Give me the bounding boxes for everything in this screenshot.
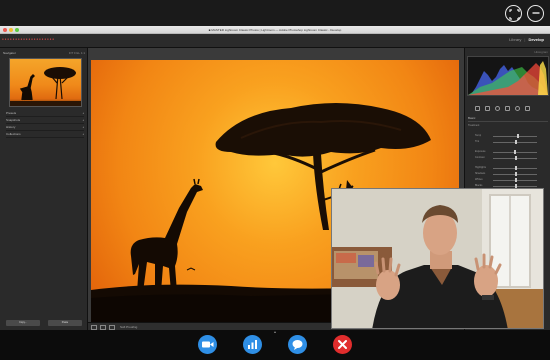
slider-exposure[interactable]: Exposure	[475, 150, 547, 154]
compare-view-icon[interactable]	[100, 324, 106, 330]
brush-tool-icon[interactable]	[525, 106, 530, 111]
copy-button[interactable]: Copy...	[6, 320, 40, 326]
window-title: ■ MASTER Lightroom Classic Photos | Ligh…	[208, 28, 342, 32]
radial-filter-icon[interactable]	[515, 106, 520, 111]
minimize-icon[interactable]	[527, 5, 544, 22]
basic-section-header[interactable]: Basic	[468, 116, 548, 122]
call-controls-bar: ▴	[0, 330, 550, 360]
close-x-icon[interactable]	[333, 335, 352, 354]
lightroom-header: ● ● ● ● ● ● ● ● ● ● ● ● ● ● ● ● ● ● ● ● …	[0, 34, 550, 48]
bar-chart-icon[interactable]	[243, 335, 262, 354]
panel-collections[interactable]: Collections	[6, 131, 84, 138]
navigator-header[interactable]: Navigator FIT FILL 1:1	[3, 50, 85, 56]
panel-history[interactable]: History	[6, 124, 84, 131]
drag-handle-icon[interactable]: ▴	[271, 330, 279, 334]
fullscreen-icon[interactable]	[505, 5, 522, 22]
develop-tools	[475, 106, 545, 112]
slider-contrast[interactable]: Contrast	[475, 156, 547, 160]
video-camera-icon[interactable]	[198, 335, 217, 354]
treatment-row[interactable]: Treatment	[468, 124, 548, 127]
panel-presets[interactable]: Presets	[6, 110, 84, 117]
slider-shadows[interactable]: Shadows	[475, 172, 547, 176]
red-eye-icon[interactable]	[495, 106, 500, 111]
crop-tool-icon[interactable]	[475, 106, 480, 111]
paste-button[interactable]: Paste	[48, 320, 82, 326]
module-picker: Library | Develop	[509, 37, 544, 42]
basic-label: Basic	[468, 116, 476, 120]
before-after-icon[interactable]	[109, 324, 115, 330]
navigator-label: Navigator	[3, 51, 16, 55]
module-library[interactable]: Library	[509, 37, 521, 42]
loupe-view-icon[interactable]	[91, 324, 97, 330]
graduated-filter-icon[interactable]	[505, 106, 510, 111]
spot-removal-icon[interactable]	[485, 106, 490, 111]
slider-temp[interactable]: Temp	[475, 134, 547, 138]
module-develop[interactable]: Develop	[528, 37, 544, 42]
left-panel: Navigator FIT FILL 1:1 Presets Snapshots…	[0, 48, 88, 330]
histogram	[467, 56, 549, 96]
slider-whites[interactable]: Whites	[475, 178, 547, 182]
webcam-video[interactable]	[331, 188, 544, 329]
panel-snapshots[interactable]: Snapshots	[6, 117, 84, 124]
screen: ■ MASTER Lightroom Classic Photos | Ligh…	[0, 0, 550, 360]
zoom-options[interactable]: FIT FILL 1:1	[69, 50, 85, 56]
chat-bubble-icon[interactable]	[288, 335, 307, 354]
catalog-info: ● ● ● ● ● ● ● ● ● ● ● ● ● ● ● ● ● ● ● ●	[2, 37, 55, 41]
window-titlebar: ■ MASTER Lightroom Classic Photos | Ligh…	[0, 26, 550, 34]
slider-tint[interactable]: Tint	[475, 140, 547, 144]
navigator-thumbnail[interactable]	[9, 58, 82, 107]
histogram-label: Histogram	[534, 50, 548, 54]
treatment-label: Treatment	[468, 124, 480, 127]
slider-highlights[interactable]: Highlights	[475, 166, 547, 170]
